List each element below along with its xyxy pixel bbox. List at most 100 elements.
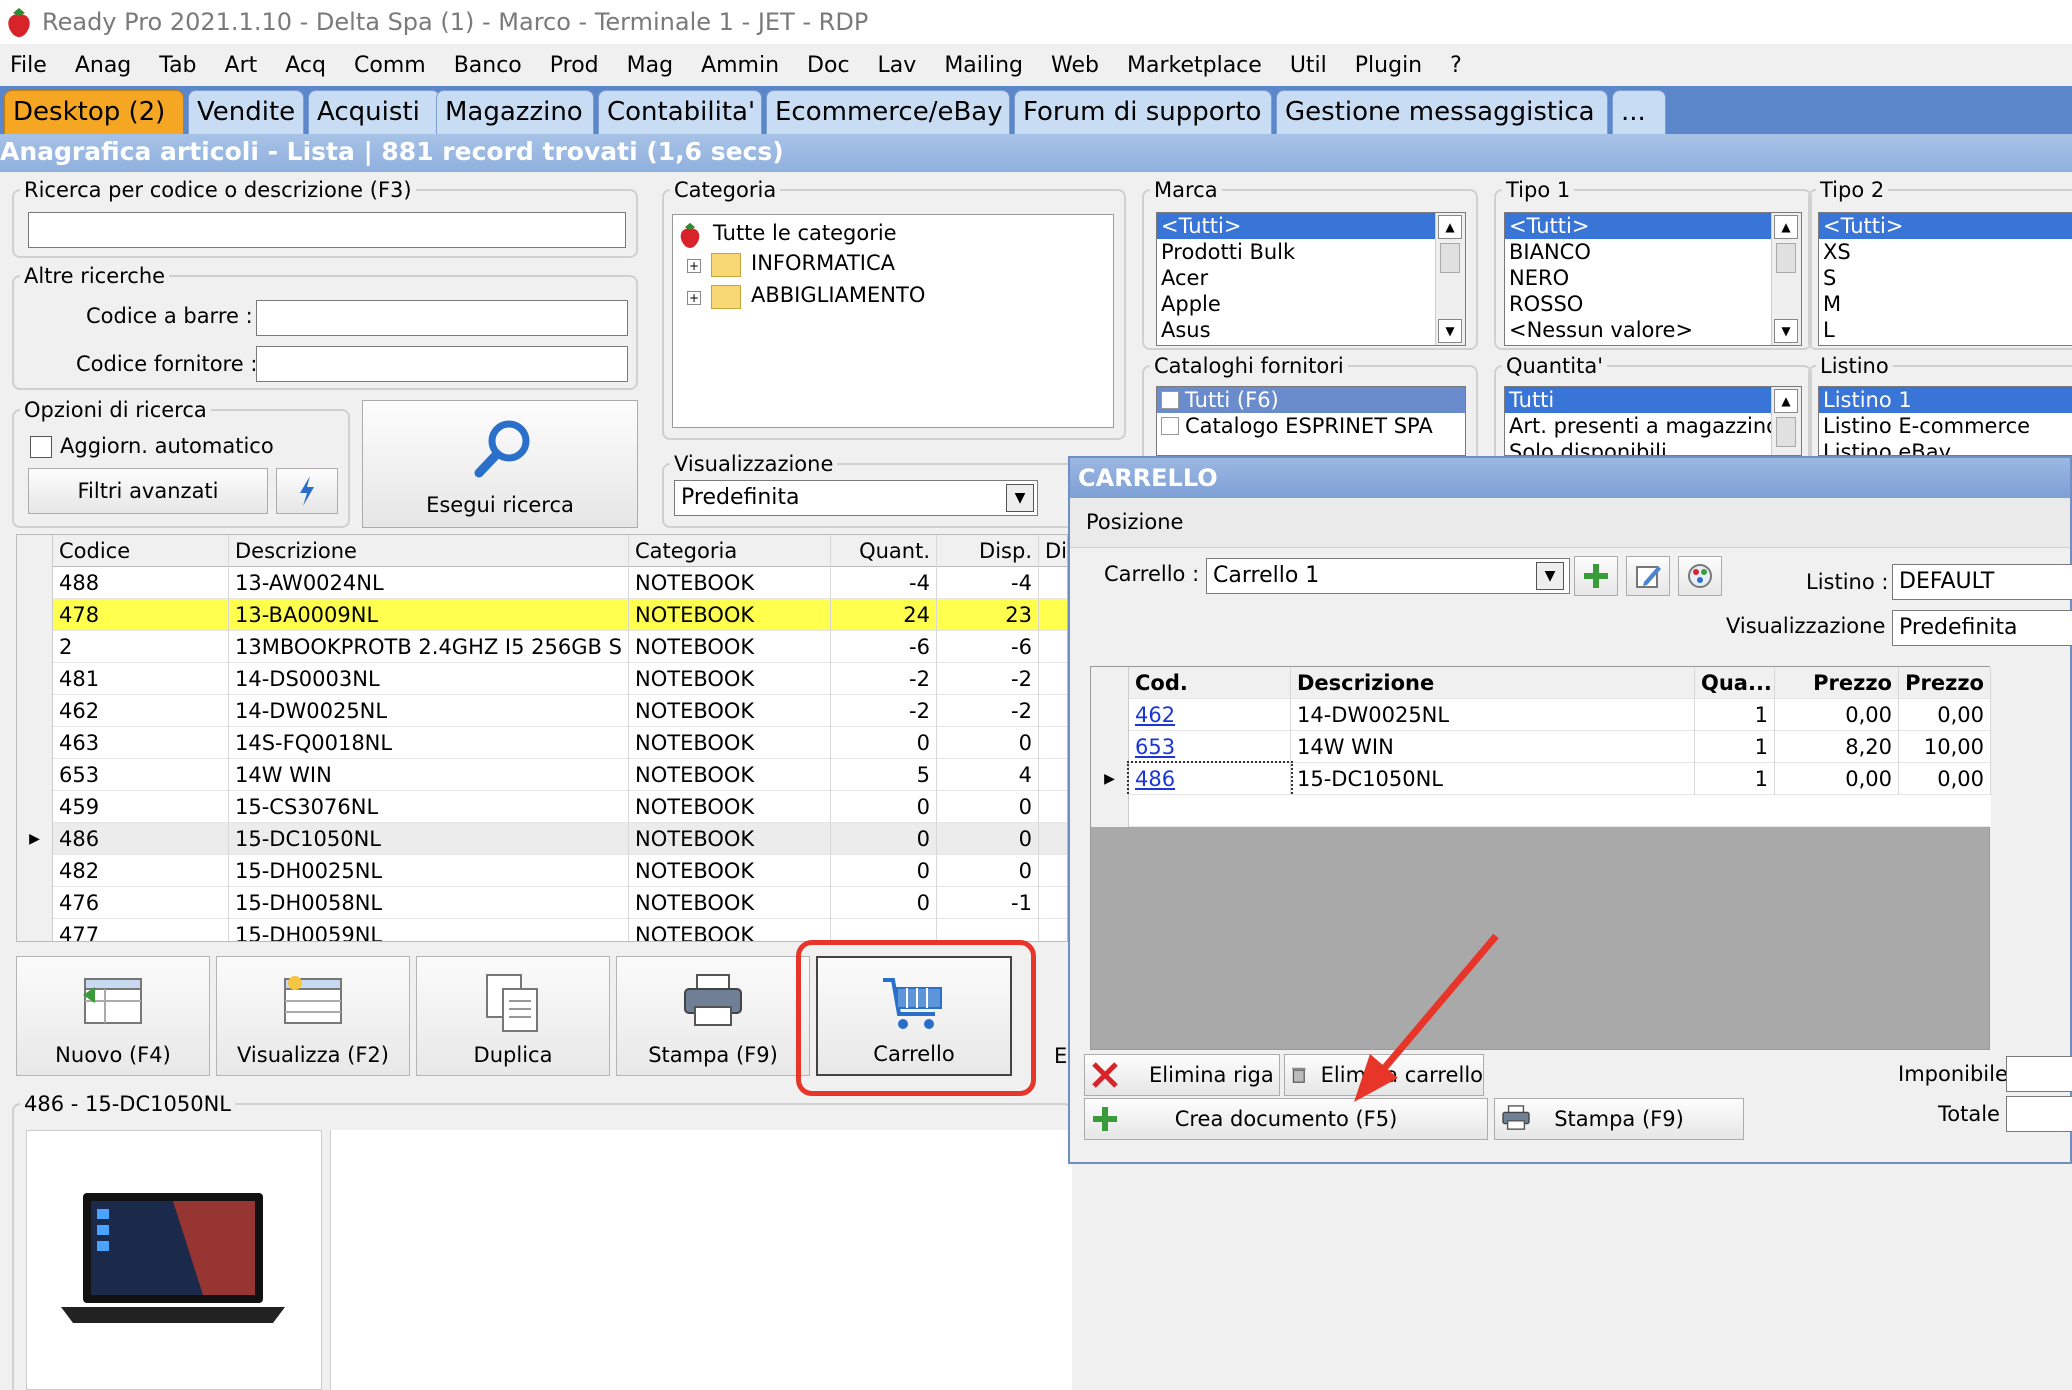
quantity-list[interactable]: Tutti Art. presenti a magazzino Solo dis… (1504, 386, 1802, 456)
catalog-checkbox[interactable] (1161, 417, 1179, 435)
cart-settings-button[interactable] (1678, 556, 1722, 596)
pricelist-item[interactable]: Listino eBay (1819, 439, 2072, 455)
duplicate-button[interactable]: Duplica (416, 956, 610, 1076)
tab-more[interactable]: ... (1612, 90, 1666, 134)
cart-row[interactable]: 653 14W WIN 1 8,20 10,00 (1091, 731, 1991, 763)
quantity-item[interactable]: Art. presenti a magazzino (1505, 413, 1801, 439)
current-row-pointer-icon[interactable]: ▶ (1091, 763, 1129, 795)
menu-marketplace[interactable]: Marketplace (1113, 53, 1276, 78)
menu-anag[interactable]: Anag (61, 53, 145, 78)
lightning-button[interactable] (276, 468, 338, 514)
table-row[interactable]: 2 13MBOOKPROTB 2.4GHZ I5 256GB S NOTEBOOK -… (17, 631, 1067, 663)
row-indicator[interactable] (17, 567, 53, 599)
type2-item[interactable]: S (1819, 265, 2072, 291)
column-header-category[interactable]: Categoria (629, 535, 831, 567)
column-header-available[interactable]: Disp. (937, 535, 1039, 567)
tab-magazzino[interactable]: Magazzino (436, 90, 594, 134)
cart-print-button[interactable]: Stampa (F9) (1494, 1098, 1744, 1140)
menu-tab[interactable]: Tab (145, 53, 210, 78)
brand-item[interactable]: Prodotti Bulk (1157, 239, 1465, 265)
type1-item[interactable]: ROSSO (1505, 291, 1801, 317)
row-indicator[interactable] (17, 759, 53, 791)
cart-column-quantity[interactable]: Qua... (1695, 667, 1775, 699)
quantity-scrollbar[interactable]: ▲ (1771, 387, 1801, 455)
brand-list[interactable]: <Tutti> Prodotti Bulk Acer Apple Asus ▲ ▼ (1156, 212, 1466, 346)
menu-lav[interactable]: Lav (864, 53, 931, 78)
cart-row[interactable]: ▶ 486 15-DC1050NL 1 0,00 0,00 (1091, 761, 1991, 797)
catalog-item[interactable]: Tutti (F6) (1157, 387, 1465, 413)
expand-icon[interactable]: + (687, 259, 701, 273)
menu-doc[interactable]: Doc (793, 53, 864, 78)
menu-prod[interactable]: Prod (536, 53, 613, 78)
category-root[interactable]: Tutte le categorie (713, 221, 897, 245)
table-row[interactable]: 481 14-DS0003NL NOTEBOOK -2 -2 (17, 663, 1067, 695)
type2-item[interactable]: M (1819, 291, 2072, 317)
type2-list[interactable]: <Tutti> XS S M L (1818, 212, 2072, 346)
cart-view-field[interactable]: Predefinita (1892, 610, 2072, 646)
brand-item[interactable]: Apple (1157, 291, 1465, 317)
cart-cell-code[interactable]: 462 (1129, 699, 1291, 731)
menu-banco[interactable]: Banco (440, 53, 536, 78)
cart-column-description[interactable]: Descrizione (1291, 667, 1695, 699)
table-row[interactable]: 476 15-DH0058NL NOTEBOOK 0 -1 (17, 887, 1067, 919)
cart-pricelist-field[interactable]: DEFAULT (1892, 564, 2072, 600)
tab-desktop[interactable]: Desktop (2) (4, 90, 184, 134)
expand-icon[interactable]: + (687, 291, 701, 305)
row-indicator[interactable] (17, 663, 53, 695)
type1-item[interactable]: BIANCO (1505, 239, 1801, 265)
menu-ammin[interactable]: Ammin (687, 53, 793, 78)
row-indicator[interactable] (17, 727, 53, 759)
menu-util[interactable]: Util (1276, 53, 1341, 78)
chevron-down-icon[interactable]: ▼ (1536, 562, 1564, 590)
cart-row[interactable]: 462 14-DW0025NL 1 0,00 0,00 (1091, 699, 1991, 731)
type1-item[interactable]: <Tutti> (1505, 213, 1801, 239)
row-indicator[interactable] (1091, 731, 1129, 763)
type2-item[interactable]: XS (1819, 239, 2072, 265)
barcode-input[interactable] (256, 300, 628, 336)
column-header-code[interactable]: Codice (53, 535, 229, 567)
table-row[interactable]: 482 15-DH0025NL NOTEBOOK 0 0 (17, 855, 1067, 887)
catalog-checkbox[interactable] (1161, 391, 1179, 409)
delete-row-button[interactable]: Elimina riga (1084, 1054, 1280, 1096)
tab-vendite[interactable]: Vendite (188, 90, 304, 134)
cart-column-price[interactable]: Prezzo (1775, 667, 1899, 699)
print-button[interactable]: Stampa (F9) (616, 956, 810, 1076)
pricelist-list[interactable]: Listino 1 Listino E-commerce Listino eBa… (1818, 386, 2072, 456)
chevron-down-icon[interactable]: ▼ (1006, 484, 1034, 512)
type1-scrollbar[interactable]: ▲ ▼ (1771, 213, 1801, 345)
brand-item[interactable]: Asus (1157, 317, 1465, 343)
menu-mailing[interactable]: Mailing (930, 53, 1037, 78)
row-indicator[interactable] (17, 791, 53, 823)
view-button[interactable]: Visualizza (F2) (216, 956, 410, 1076)
catalogs-list[interactable]: Tutti (F6) Catalogo ESPRINET SPA (1156, 386, 1466, 456)
catalog-item[interactable]: Catalogo ESPRINET SPA (1157, 413, 1465, 439)
menu-help[interactable]: ? (1436, 53, 1476, 78)
search-input[interactable] (28, 212, 626, 248)
column-header-dis[interactable]: Dis (1039, 535, 1067, 567)
cart-column-price-2[interactable]: Prezzo (1899, 667, 1991, 699)
tab-messaggistica[interactable]: Gestione messaggistica (1276, 90, 1608, 134)
column-header-description[interactable]: Descrizione (229, 535, 629, 567)
table-row[interactable]: 653 14W WIN NOTEBOOK 5 4 (17, 759, 1067, 791)
table-row[interactable]: 462 14-DW0025NL NOTEBOOK -2 -2 (17, 695, 1067, 727)
type2-item[interactable]: <Tutti> (1819, 213, 2072, 239)
brand-item[interactable]: <Tutti> (1157, 213, 1465, 239)
cart-column-code[interactable]: Cod. (1129, 667, 1291, 699)
table-row[interactable]: 488 13-AW0024NL NOTEBOOK -4 -4 (17, 567, 1067, 599)
type2-item[interactable]: L (1819, 317, 2072, 343)
row-indicator[interactable] (17, 887, 53, 919)
row-indicator[interactable] (17, 631, 53, 663)
brand-item[interactable]: Acer (1157, 265, 1465, 291)
run-search-button[interactable]: Esegui ricerca (362, 400, 638, 528)
new-button[interactable]: Nuovo (F4) (16, 956, 210, 1076)
add-cart-button[interactable] (1574, 556, 1618, 596)
tab-contabilita[interactable]: Contabilita' (598, 90, 762, 134)
table-row[interactable]: 477 15-DH0059NL NOTEBOOK (17, 919, 1067, 941)
menu-comm[interactable]: Comm (340, 53, 440, 78)
menu-web[interactable]: Web (1037, 53, 1113, 78)
view-select[interactable]: Predefinita (674, 480, 1038, 516)
advanced-filters-button[interactable]: Filtri avanzati (28, 468, 268, 514)
menu-file[interactable]: File (0, 53, 61, 78)
column-header-quantity[interactable]: Quant. (831, 535, 937, 567)
cart-select[interactable]: Carrello 1 (1206, 558, 1570, 594)
